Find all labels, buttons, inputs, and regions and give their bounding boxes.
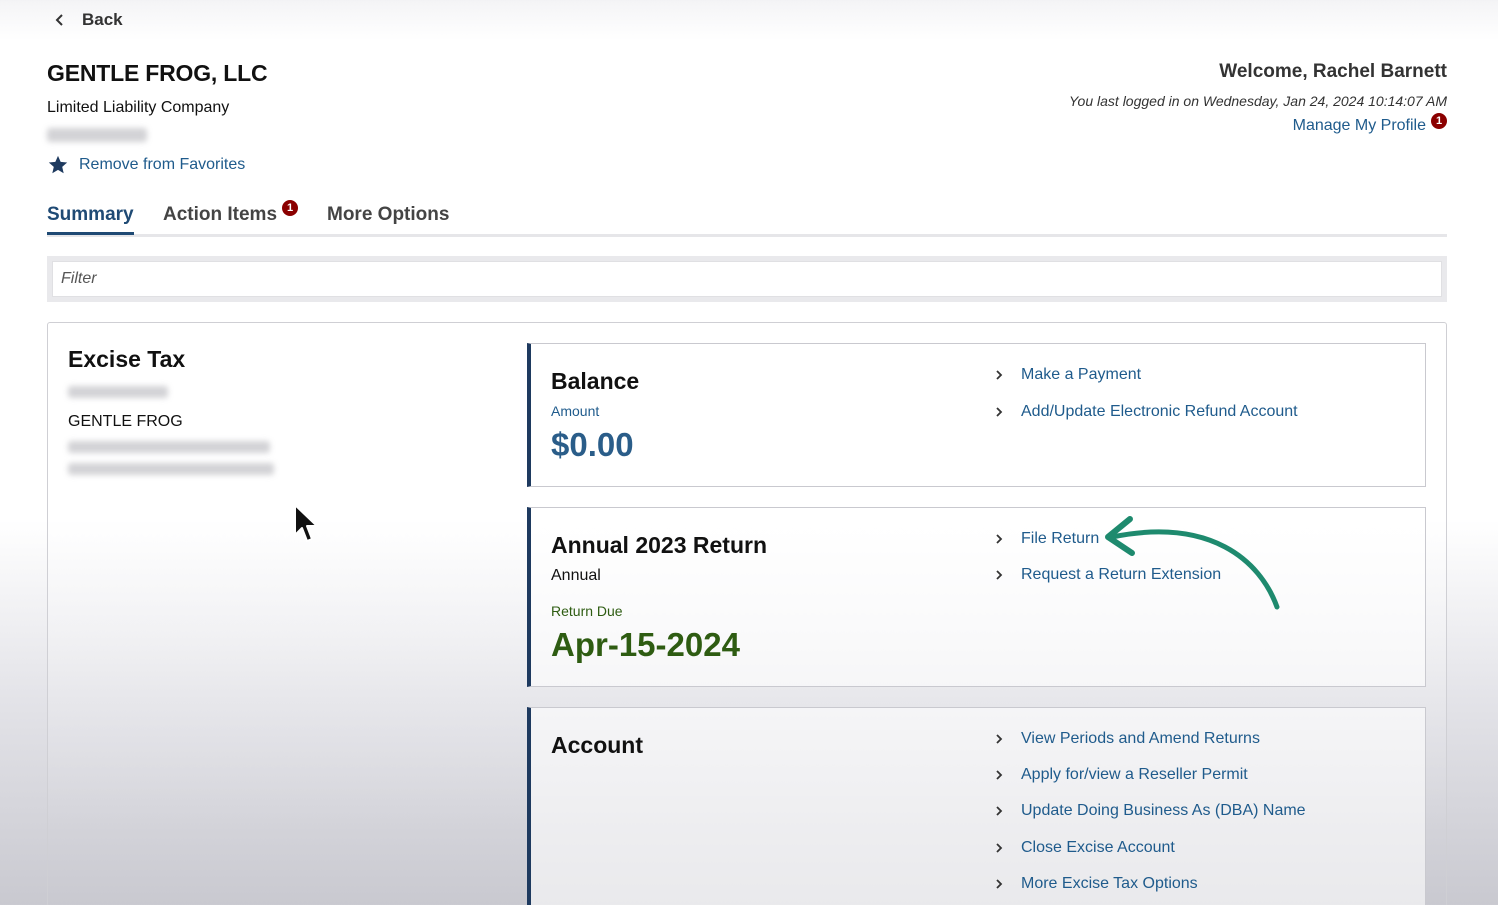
account-title: Excise Tax xyxy=(68,346,186,372)
return-title: Annual 2023 Return xyxy=(551,532,767,558)
remove-favorites-label: Remove from Favorites xyxy=(79,156,246,173)
view-periods-link[interactable]: View Periods and Amend Returns xyxy=(993,730,1260,748)
manage-profile-label: Manage My Profile xyxy=(1292,117,1426,134)
reseller-permit-link[interactable]: Apply for/view a Reseller Permit xyxy=(993,766,1248,784)
chevron-right-icon xyxy=(996,570,1003,580)
chevron-right-icon xyxy=(996,806,1003,816)
chevron-right-icon xyxy=(996,843,1003,853)
remove-favorites-link[interactable]: Remove from Favorites xyxy=(47,154,245,176)
tab-action-items[interactable]: Action Items xyxy=(163,204,277,232)
chevron-right-icon xyxy=(996,879,1003,889)
make-payment-link[interactable]: Make a Payment xyxy=(993,366,1141,384)
business-name: GENTLE FROG, LLC xyxy=(47,60,268,86)
redacted-address-line-2 xyxy=(68,463,274,475)
balance-card: Balance Amount $0.00 Make a Payment Add/… xyxy=(527,343,1426,487)
chevron-right-icon xyxy=(996,370,1003,380)
tab-more-options[interactable]: More Options xyxy=(327,204,449,232)
account-card-title: Account xyxy=(551,732,643,758)
return-due-label: Return Due xyxy=(551,603,623,619)
filter-container xyxy=(47,256,1447,302)
return-due-date: Apr-15-2024 xyxy=(551,626,740,663)
welcome-text: Welcome, Rachel Barnett xyxy=(1219,61,1447,82)
action-items-badge: 1 xyxy=(282,200,298,216)
reseller-permit-label: Apply for/view a Reseller Permit xyxy=(1021,766,1248,783)
back-button[interactable]: Back xyxy=(52,10,123,30)
tab-bar: Summary Action Items 1 More Options xyxy=(47,200,1447,237)
close-account-label: Close Excise Account xyxy=(1021,839,1175,856)
redacted-account-id xyxy=(47,128,147,142)
file-return-link[interactable]: File Return xyxy=(993,530,1099,548)
return-frequency: Annual xyxy=(551,567,601,584)
chevron-right-icon xyxy=(996,734,1003,744)
chevron-right-icon xyxy=(996,770,1003,780)
update-refund-account-link[interactable]: Add/Update Electronic Refund Account xyxy=(993,403,1298,421)
return-card: Annual 2023 Return Annual Return Due Apr… xyxy=(527,507,1426,687)
chevron-left-icon xyxy=(55,14,63,26)
chevron-right-icon xyxy=(996,407,1003,417)
last-login-text: You last logged in on Wednesday, Jan 24,… xyxy=(1068,93,1447,109)
amount-label: Amount xyxy=(551,403,600,419)
filter-input[interactable] xyxy=(52,261,1442,297)
more-excise-options-label: More Excise Tax Options xyxy=(1021,875,1198,892)
star-icon xyxy=(48,155,68,174)
business-type: Limited Liability Company xyxy=(47,99,230,116)
balance-title: Balance xyxy=(551,368,640,394)
close-account-link[interactable]: Close Excise Account xyxy=(993,839,1175,857)
back-label: Back xyxy=(82,10,123,29)
update-dba-label: Update Doing Business As (DBA) Name xyxy=(1021,802,1306,819)
profile-notification-badge: 1 xyxy=(1431,113,1447,129)
account-name: GENTLE FROG xyxy=(68,413,183,430)
account-card: Account View Periods and Amend Returns A… xyxy=(527,707,1426,905)
tab-summary[interactable]: Summary xyxy=(47,204,134,235)
balance-amount: $0.00 xyxy=(551,426,634,463)
file-return-label: File Return xyxy=(1021,530,1100,547)
more-excise-options-link[interactable]: More Excise Tax Options xyxy=(993,875,1198,893)
make-payment-label: Make a Payment xyxy=(1021,366,1142,383)
update-dba-link[interactable]: Update Doing Business As (DBA) Name xyxy=(993,802,1306,820)
mouse-cursor-icon xyxy=(294,504,318,542)
view-periods-label: View Periods and Amend Returns xyxy=(1021,730,1260,747)
redacted-address-line-1 xyxy=(68,441,270,453)
manage-profile-link[interactable]: Manage My Profile 1 xyxy=(1292,113,1447,135)
update-refund-account-label: Add/Update Electronic Refund Account xyxy=(1021,403,1298,420)
redacted-account-number xyxy=(68,386,168,398)
chevron-right-icon xyxy=(996,534,1003,544)
annotation-arrow-icon xyxy=(1105,516,1280,610)
